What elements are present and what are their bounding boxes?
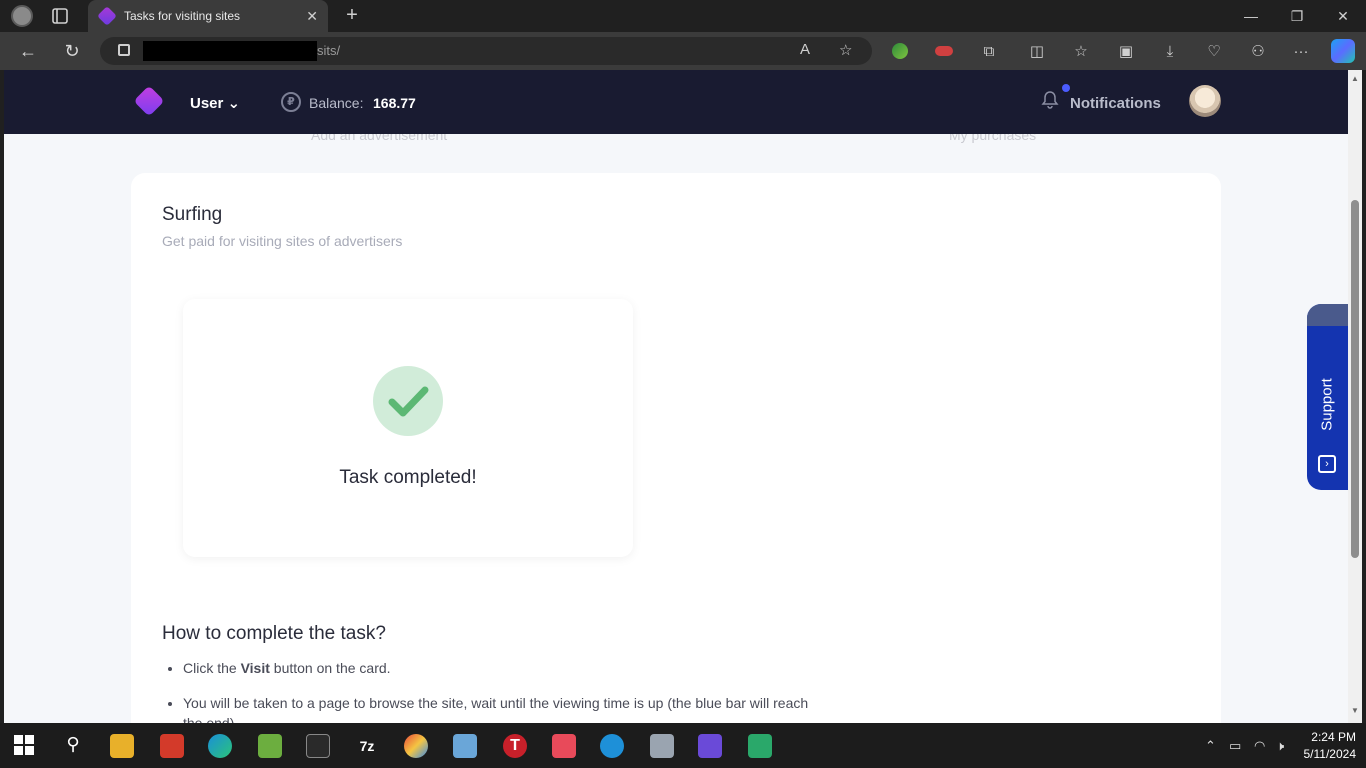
notifications-link[interactable]: Notifications xyxy=(1070,95,1161,112)
start-windows-icon[interactable] xyxy=(13,734,37,758)
how-to-title: How to complete the task? xyxy=(162,623,386,644)
browser-tab-active[interactable]: Tasks for visiting sites ✕ xyxy=(88,0,328,32)
page-viewport: Add an advertisement My purchases User ⌄… xyxy=(4,70,1348,723)
extensions-puzzle-icon[interactable]: ⧉ xyxy=(978,40,1000,62)
restore-button[interactable]: ❐ xyxy=(1274,0,1320,32)
tray-chevron-icon[interactable]: ⌃ xyxy=(1205,738,1216,754)
back-button[interactable]: ← xyxy=(16,39,40,63)
support-corner xyxy=(1307,304,1348,326)
ruble-coin-icon: ₽ xyxy=(281,92,301,112)
site-logo[interactable] xyxy=(133,85,165,117)
scroll-up-arrow-icon[interactable]: ▲ xyxy=(1351,74,1359,83)
check-circle-icon xyxy=(373,366,443,436)
7zip-icon[interactable]: 7z xyxy=(355,734,379,758)
copilot-icon[interactable] xyxy=(1331,39,1355,63)
performance-heart-icon[interactable]: ♡ xyxy=(1203,40,1225,62)
url-text: sits/ xyxy=(317,43,341,58)
app-icon[interactable] xyxy=(552,734,576,758)
favorites-icon[interactable]: ☆ xyxy=(1070,40,1092,62)
browser-essentials-icon[interactable]: ⚇ xyxy=(1247,40,1269,62)
tray-volume-icon[interactable]: 🕨 xyxy=(1276,738,1284,754)
balance-value: 168.77 xyxy=(373,95,416,111)
support-tab[interactable]: Support › xyxy=(1307,304,1348,490)
minimize-button[interactable]: — xyxy=(1228,0,1274,32)
support-label: Support xyxy=(1318,378,1336,431)
search-icon[interactable]: ⚲ xyxy=(61,734,85,758)
surfing-card: Surfing Get paid for visiting sites of a… xyxy=(131,173,1221,723)
tray-network-icon[interactable]: ▭ xyxy=(1229,738,1241,754)
windows-logo xyxy=(14,735,34,755)
edge-browser-icon[interactable] xyxy=(208,734,232,758)
favorite-star-icon[interactable]: ☆ xyxy=(839,41,852,59)
instruction-item: Click the Visit button on the card. xyxy=(183,658,823,678)
instruction-text: Click the xyxy=(183,660,241,676)
site-favicon-icon xyxy=(97,6,117,26)
scroll-down-arrow-icon[interactable]: ▼ xyxy=(1351,706,1359,715)
wps-office-icon[interactable] xyxy=(160,734,184,758)
tab-close-icon[interactable]: ✕ xyxy=(306,8,318,25)
extension-globe-icon[interactable] xyxy=(889,40,911,62)
instruction-text: You will be taken to a page to browse th… xyxy=(183,695,809,723)
redacted-url xyxy=(143,41,317,61)
task-status-text: Task completed! xyxy=(339,467,477,488)
unread-dot xyxy=(1062,84,1070,92)
chat-icon: › xyxy=(1318,455,1336,473)
system-clock[interactable]: 2:24 PM 5/11/2024 xyxy=(1300,729,1357,763)
android-studio-icon[interactable] xyxy=(748,734,772,758)
page-subtitle: Get paid for visiting sites of advertise… xyxy=(162,233,403,249)
app-icon[interactable] xyxy=(404,734,428,758)
app-icon[interactable] xyxy=(650,734,674,758)
app-icon[interactable] xyxy=(453,734,477,758)
split-screen-icon[interactable]: ◫ xyxy=(1026,40,1048,62)
file-explorer-icon[interactable] xyxy=(110,734,134,758)
tray-wifi-icon[interactable]: ◠ xyxy=(1254,738,1265,754)
app-icon[interactable] xyxy=(698,734,722,758)
windows-taskbar: ⚲ 7z T ⌃ ▭ ◠ 🕨 2:24 PM 5/11/2024 xyxy=(0,723,1366,768)
site-header: User ⌄ ₽ Balance: 168.77 Notifications xyxy=(4,70,1348,134)
scrollbar-thumb[interactable] xyxy=(1351,200,1359,558)
page-scrollbar[interactable]: ▲ ▼ xyxy=(1348,70,1362,723)
user-menu[interactable]: User ⌄ xyxy=(190,94,240,112)
page-title: Surfing xyxy=(162,204,223,225)
close-window-button[interactable]: ✕ xyxy=(1320,0,1366,32)
app-t-icon[interactable]: T xyxy=(503,734,527,758)
clock-date: 5/11/2024 xyxy=(1303,747,1357,761)
reload-button[interactable]: ↻ xyxy=(60,39,84,63)
checkmark-icon xyxy=(388,386,429,417)
lock-icon[interactable] xyxy=(118,44,130,56)
clock-time: 2:24 PM xyxy=(1311,730,1356,744)
instruction-text: button on the card. xyxy=(269,660,391,676)
user-menu-label: User xyxy=(190,95,224,112)
notepad-plus-icon[interactable] xyxy=(258,734,282,758)
bell-glyph xyxy=(1041,91,1059,109)
app-icon[interactable] xyxy=(600,734,624,758)
balance-label: Balance: xyxy=(309,95,364,111)
instruction-bold: Visit xyxy=(240,660,270,676)
task-card: Task completed! xyxy=(183,299,633,557)
more-menu-icon[interactable]: ··· xyxy=(1290,40,1312,62)
address-bar[interactable]: sits/ A ☆ xyxy=(100,37,872,65)
chevron-down-icon: ⌄ xyxy=(227,95,241,112)
user-avatar[interactable] xyxy=(1189,85,1221,117)
extension-glasses-icon[interactable] xyxy=(933,40,955,62)
read-aloud-icon[interactable]: A xyxy=(800,41,810,58)
tab-actions-icon[interactable] xyxy=(50,6,70,26)
collections-icon[interactable]: ▣ xyxy=(1115,40,1137,62)
bell-icon[interactable] xyxy=(1040,84,1070,112)
browser-tab-strip: Tasks for visiting sites ✕ + — ❐ ✕ xyxy=(0,0,1366,32)
profile-avatar-icon xyxy=(11,5,33,27)
instruction-item: You will be taken to a page to browse th… xyxy=(183,693,823,723)
instruction-list: Click the Visit button on the card. You … xyxy=(183,658,823,723)
downloads-icon[interactable]: ⤓ xyxy=(1159,40,1181,62)
browser-toolbar: ← ↻ sits/ A ☆ ⧉ ◫ ☆ ▣ ⤓ ♡ ⚇ ··· xyxy=(0,32,1366,70)
new-tab-button[interactable]: + xyxy=(340,4,364,28)
terminal-icon[interactable] xyxy=(306,734,330,758)
tab-title: Tasks for visiting sites xyxy=(124,9,241,23)
profile-button[interactable] xyxy=(8,4,36,28)
